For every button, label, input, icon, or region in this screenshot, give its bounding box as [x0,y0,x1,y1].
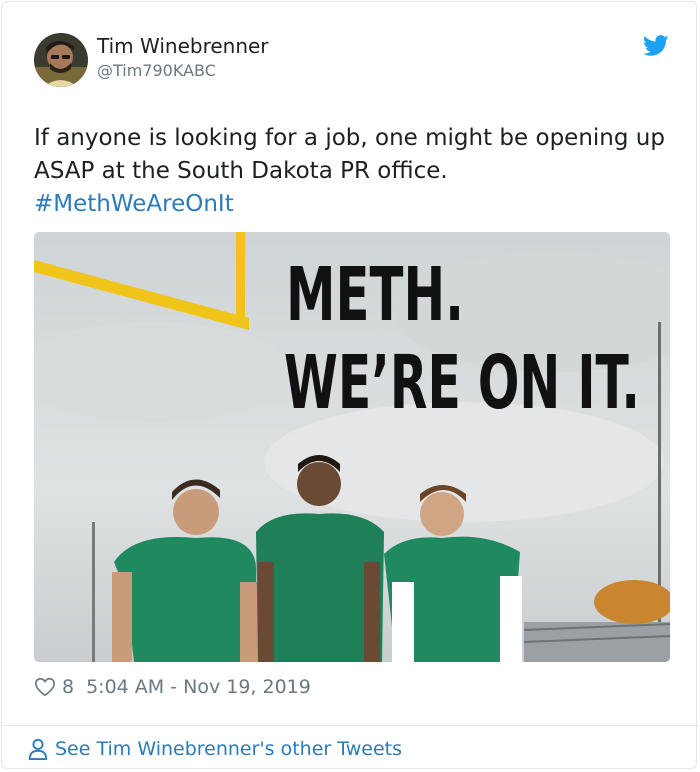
media-headline-line2: WE’RE ON IT. [284,340,640,426]
tweet-media-image[interactable]: METH. WE’RE ON IT. [34,232,670,662]
tweet-meta: 8 5:04 AM - Nov 19, 2019 [34,674,311,700]
heart-icon[interactable] [34,676,56,698]
see-other-tweets-link[interactable]: See Tim Winebrenner's other Tweets [27,735,402,763]
media-headline-line1: METH. [286,252,464,338]
like-count[interactable]: 8 [62,676,74,698]
tweet-timestamp[interactable]: 5:04 AM - Nov 19, 2019 [86,676,311,698]
see-other-tweets-label[interactable]: See Tim Winebrenner's other Tweets [55,738,402,760]
divider [3,725,699,726]
tweet-body: If anyone is looking for a job, one migh… [34,125,665,184]
author-handle[interactable]: @Tim790KABC [97,61,216,80]
tweet-card: Tim Winebrenner @Tim790KABC If anyone is… [1,1,699,769]
hashtag-link[interactable]: #MethWeAreOnIt [34,188,670,221]
person-icon [28,738,48,760]
author-name[interactable]: Tim Winebrenner [97,34,269,58]
tweet-text: If anyone is looking for a job, one migh… [34,122,670,221]
avatar[interactable] [34,33,88,87]
twitter-bird-icon[interactable] [643,35,669,57]
